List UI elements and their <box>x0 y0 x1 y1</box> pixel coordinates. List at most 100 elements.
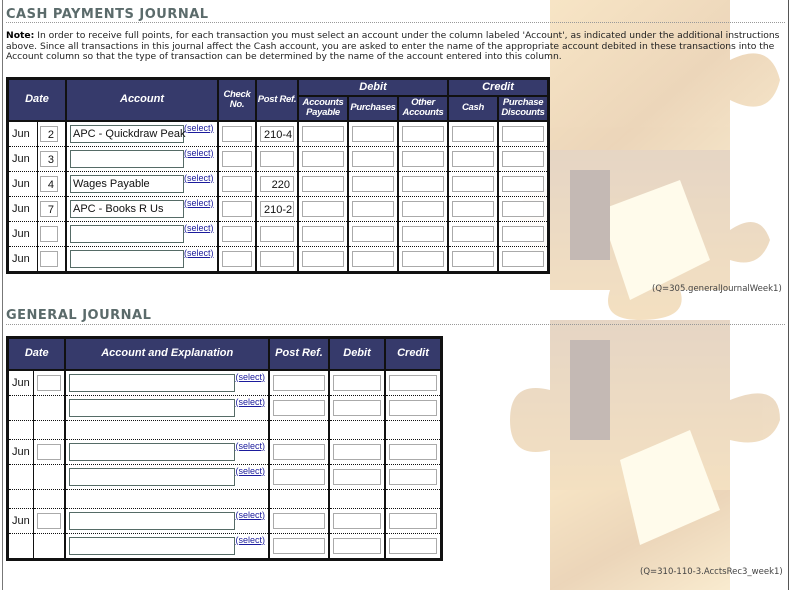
other-accounts-input[interactable] <box>402 200 444 217</box>
select-account-link[interactable]: (select) <box>235 372 265 382</box>
check-no-input[interactable] <box>222 250 252 267</box>
post-ref-input[interactable] <box>273 374 325 391</box>
day-input[interactable] <box>37 374 62 391</box>
credit-input[interactable] <box>389 537 437 554</box>
other-accounts-input[interactable] <box>402 225 444 242</box>
cash-input[interactable] <box>452 175 494 192</box>
day-input[interactable] <box>39 225 58 242</box>
select-account-link[interactable]: (select) <box>184 148 214 158</box>
post-ref-input[interactable] <box>260 150 294 167</box>
post-ref-input[interactable] <box>260 225 294 242</box>
credit-input[interactable] <box>389 468 437 485</box>
account-explanation-input[interactable] <box>69 467 236 486</box>
account-input[interactable]: APC - Books R Us <box>70 199 184 218</box>
purchase-discounts-input[interactable] <box>502 150 544 167</box>
date-day-cell <box>33 439 67 465</box>
select-account-link[interactable]: (select) <box>235 441 265 451</box>
post-ref-input[interactable] <box>273 399 325 416</box>
credit-input[interactable] <box>389 512 437 529</box>
select-account-link[interactable]: (select) <box>235 535 265 545</box>
purchases-input[interactable] <box>352 150 394 167</box>
credit-input[interactable] <box>389 374 437 391</box>
debit-input[interactable] <box>333 468 381 485</box>
account-explanation-input[interactable] <box>69 442 236 461</box>
date-day-cell <box>36 221 67 247</box>
day-input[interactable] <box>37 443 62 460</box>
day-input[interactable]: 3 <box>39 150 58 167</box>
account-input[interactable] <box>70 149 184 168</box>
debit-input[interactable] <box>333 512 381 529</box>
select-account-link[interactable]: (select) <box>235 397 265 407</box>
select-account-link[interactable]: (select) <box>235 466 265 476</box>
purchases-input[interactable] <box>352 125 394 142</box>
purchase-discounts-input[interactable] <box>502 200 544 217</box>
other-accounts-input[interactable] <box>402 150 444 167</box>
cash-input[interactable] <box>452 200 494 217</box>
credit-input[interactable] <box>389 443 437 460</box>
check-no-input[interactable] <box>222 200 252 217</box>
account-explanation-input[interactable] <box>69 536 236 555</box>
day-input[interactable]: 2 <box>39 125 58 142</box>
account-explanation-input[interactable] <box>69 511 236 530</box>
check-no-input[interactable] <box>222 125 252 142</box>
account-explanation-input[interactable] <box>69 398 236 417</box>
debit-input[interactable] <box>333 374 381 391</box>
debit-input[interactable] <box>333 399 381 416</box>
debit-input[interactable] <box>333 443 381 460</box>
credit-input[interactable] <box>389 399 437 416</box>
other-accounts-input[interactable] <box>402 125 444 142</box>
select-account-link[interactable]: (select) <box>184 123 214 133</box>
post-ref-input[interactable] <box>273 443 325 460</box>
purchases-input[interactable] <box>352 250 394 267</box>
account-input[interactable] <box>70 249 184 268</box>
purchase-discounts-input[interactable] <box>502 125 544 142</box>
purchases-input[interactable] <box>352 175 394 192</box>
purchase-discounts-input[interactable] <box>502 250 544 267</box>
post-ref-input[interactable]: 210-4 <box>260 125 294 142</box>
select-account-link[interactable]: (select) <box>184 248 214 258</box>
debit-input[interactable] <box>333 537 381 554</box>
day-input[interactable] <box>37 512 62 529</box>
accounts-payable-input[interactable] <box>302 125 344 142</box>
accounts-payable-input[interactable] <box>302 225 344 242</box>
post-ref-input[interactable]: 210-2 <box>260 200 294 217</box>
purchase-discounts-input[interactable] <box>502 225 544 242</box>
post-ref-input[interactable] <box>260 250 294 267</box>
account-input[interactable]: APC - Quickdraw Peak <box>70 124 185 143</box>
post-ref-input[interactable] <box>273 468 325 485</box>
select-account-link[interactable]: (select) <box>184 173 214 183</box>
spacer-cell <box>6 489 35 509</box>
purchase-discounts-input[interactable] <box>502 175 544 192</box>
post-ref-cell <box>268 439 330 465</box>
check-no-input[interactable] <box>222 150 252 167</box>
post-ref-input[interactable] <box>273 537 325 554</box>
day-input[interactable] <box>39 250 58 267</box>
accounts-payable-input[interactable] <box>302 150 344 167</box>
date-day-cell <box>33 395 67 421</box>
cash-input[interactable] <box>452 125 494 142</box>
cash-input[interactable] <box>452 150 494 167</box>
account-explanation-input[interactable] <box>69 373 236 392</box>
cash-input[interactable] <box>452 250 494 267</box>
other-accounts-input[interactable] <box>402 250 444 267</box>
day-input[interactable]: 4 <box>39 175 58 192</box>
accounts-payable-input[interactable] <box>302 250 344 267</box>
accounts-payable-cell <box>297 196 349 222</box>
date-month-cell <box>6 464 35 490</box>
day-input[interactable]: 7 <box>39 200 58 217</box>
account-input[interactable]: Wages Payable <box>70 174 184 193</box>
cash-input[interactable] <box>452 225 494 242</box>
other-accounts-input[interactable] <box>402 175 444 192</box>
account-input[interactable] <box>70 224 184 243</box>
check-no-input[interactable] <box>222 225 252 242</box>
accounts-payable-input[interactable] <box>302 200 344 217</box>
purchases-input[interactable] <box>352 200 394 217</box>
post-ref-input[interactable]: 220 <box>260 175 294 192</box>
check-no-input[interactable] <box>222 175 252 192</box>
post-ref-input[interactable] <box>273 512 325 529</box>
select-account-link[interactable]: (select) <box>184 223 214 233</box>
select-account-link[interactable]: (select) <box>235 510 265 520</box>
accounts-payable-input[interactable] <box>302 175 344 192</box>
select-account-link[interactable]: (select) <box>184 198 214 208</box>
purchases-input[interactable] <box>352 225 394 242</box>
